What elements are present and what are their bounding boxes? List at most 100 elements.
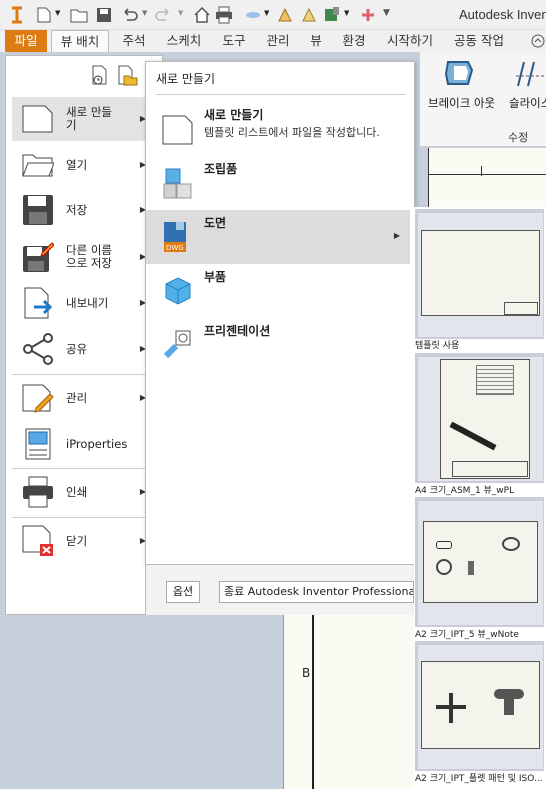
inventor-logo-icon[interactable] <box>9 6 25 24</box>
share-icon <box>23 333 53 365</box>
chevron-down-icon[interactable]: ▼ <box>264 9 269 27</box>
submenu-item-drawing[interactable]: DWG 도면 ▶ <box>146 210 410 264</box>
menu-item-save[interactable]: 저장 ▶ <box>12 188 158 232</box>
menu-item-open[interactable]: 열기 ▶ <box>12 143 158 187</box>
app-title: Autodesk Invent <box>459 7 546 22</box>
tab-get-started[interactable]: 시작하기 <box>382 30 438 52</box>
appearance-icon[interactable] <box>323 6 341 24</box>
menu-item-label: 닫기 <box>66 533 88 548</box>
submenu-item-description: 템플릿 리스트에서 파일을 작성합니다. <box>204 126 380 139</box>
submenu-item-assembly[interactable]: 조립품 <box>146 156 410 210</box>
template-caption: A2 크기_IPT_5 뷰_wNote <box>415 630 519 640</box>
tab-collaborate[interactable]: 공동 작업 <box>450 30 508 52</box>
open-folder-icon <box>22 154 54 177</box>
menu-separator <box>12 374 158 375</box>
template-caption: A4 크기_ASM_1 뷰_wPL <box>415 486 515 496</box>
assembly-icon <box>163 168 192 199</box>
menu-item-iproperties[interactable]: iProperties <box>12 422 158 466</box>
new-document-icon <box>162 115 193 145</box>
svg-text:DWG: DWG <box>166 244 184 252</box>
submenu-item-label: 프리젠테이션 <box>204 324 271 338</box>
tab-file[interactable]: 파일 <box>5 30 47 52</box>
template-preview-image <box>418 357 543 481</box>
menu-item-label: 공유 <box>66 341 88 356</box>
update-icon[interactable] <box>276 6 294 24</box>
menu-bottom-bar: 옵션 종료 Autodesk Inventor Professional <box>145 565 415 615</box>
new-submenu-panel: 새로 만들기 새로 만들기 템플릿 리스트에서 파일을 작성합니다. 조립품 D… <box>145 61 415 565</box>
template-caption: 템플릿 사용 <box>415 341 460 351</box>
ribbon-minimize-icon[interactable] <box>531 33 545 49</box>
template-thumbnail[interactable] <box>415 641 544 771</box>
drawing-sheet <box>283 615 414 789</box>
menu-item-new[interactable]: 새로 만들 기 ▶ <box>12 97 158 141</box>
close-document-icon <box>22 525 53 556</box>
presentation-icon <box>163 330 191 359</box>
template-thumbnail[interactable] <box>415 353 544 483</box>
tab-environment[interactable]: 환경 <box>338 30 370 52</box>
menu-item-label: 열기 <box>66 157 88 172</box>
menu-separator <box>12 517 158 518</box>
tab-manage[interactable]: 관리 <box>262 30 294 52</box>
tab-sketch[interactable]: 스케치 <box>162 30 206 52</box>
save-disk-icon <box>23 195 53 225</box>
iproperties-icon <box>25 428 51 460</box>
submenu-title: 새로 만들기 <box>156 72 216 86</box>
print-icon <box>23 476 53 508</box>
exit-application-button[interactable]: 종료 Autodesk Inventor Professional <box>219 581 414 603</box>
tab-annotate[interactable]: 주석 <box>118 30 150 52</box>
tab-view[interactable]: 뷰 <box>306 30 326 52</box>
menu-item-label: 인쇄 <box>66 484 88 499</box>
save-icon[interactable] <box>96 6 112 24</box>
menu-item-manage[interactable]: 관리 ▶ <box>12 376 158 420</box>
drawing-dwg-icon: DWG <box>164 222 186 252</box>
chevron-down-icon[interactable]: ▼ <box>344 9 349 27</box>
open-documents-icon[interactable] <box>116 64 138 86</box>
menu-item-share[interactable]: 공유 ▶ <box>12 327 158 371</box>
template-preview-image <box>418 213 543 337</box>
slice-label[interactable]: 슬라이스 <box>509 95 546 111</box>
menu-item-export[interactable]: 내보내기 ▶ <box>12 281 158 325</box>
quick-access-toolbar: ▼ ▼ ▼ ▼ ▼ ▼ Autodesk Invent <box>0 0 546 30</box>
menu-item-label: iProperties <box>66 436 128 451</box>
template-preview-image <box>418 645 543 769</box>
menu-item-label: 다른 이름 으로 저장 <box>66 243 112 270</box>
chevron-down-icon[interactable]: ▼ <box>55 9 60 27</box>
part-cube-icon <box>165 277 191 305</box>
submenu-item-label: 조립품 <box>204 162 238 176</box>
menu-item-label: 저장 <box>66 202 88 217</box>
open-icon[interactable] <box>70 6 88 24</box>
menu-item-print[interactable]: 인쇄 ▶ <box>12 470 158 514</box>
customize-chevron-icon[interactable]: ▼ <box>383 8 390 26</box>
options-button[interactable]: 옵션 <box>166 581 200 603</box>
break-out-icon[interactable] <box>442 56 478 90</box>
submenu-item-label: 새로 만들기 <box>204 108 264 122</box>
undo-icon[interactable] <box>120 6 138 24</box>
chevron-down-icon[interactable]: ▼ <box>178 9 183 27</box>
plus-icon[interactable] <box>360 6 376 24</box>
template-thumbnail[interactable] <box>415 209 544 339</box>
menu-item-save-as[interactable]: 다른 이름 으로 저장 ▶ <box>12 235 158 279</box>
recent-documents-icon[interactable] <box>90 64 110 86</box>
home-icon[interactable] <box>193 6 211 24</box>
tab-view-layout[interactable]: 뷰 배치 <box>51 30 109 52</box>
new-icon[interactable] <box>36 6 52 24</box>
menu-item-label: 관리 <box>66 390 88 405</box>
submenu-item-part[interactable]: 부품 <box>146 264 410 318</box>
measure-icon[interactable] <box>243 6 263 24</box>
print-icon[interactable] <box>215 6 233 24</box>
rebuild-icon[interactable] <box>300 6 318 24</box>
redo-icon[interactable] <box>155 6 173 24</box>
menu-item-close[interactable]: 닫기 ▶ <box>12 519 158 563</box>
ribbon-group-modify: 수정 <box>508 131 529 144</box>
break-out-label[interactable]: 브레이크 아웃 <box>428 95 495 111</box>
submenu-item-new[interactable]: 새로 만들기 템플릿 리스트에서 파일을 작성합니다. <box>146 102 410 156</box>
template-thumbnail[interactable] <box>415 497 544 627</box>
slice-icon[interactable] <box>514 56 546 90</box>
manage-icon <box>22 384 54 413</box>
chevron-down-icon[interactable]: ▼ <box>142 9 147 27</box>
sheet-border-line <box>312 615 314 789</box>
tab-tools[interactable]: 도구 <box>218 30 250 52</box>
submenu-item-label: 도면 <box>204 216 227 230</box>
submenu-item-presentation[interactable]: 프리젠테이션 <box>146 318 410 372</box>
template-thumbnail-list: 템플릿 사용 A4 크기_ASM_1 뷰_wPL A2 크기_IPT_5 뷰_w… <box>414 207 546 789</box>
